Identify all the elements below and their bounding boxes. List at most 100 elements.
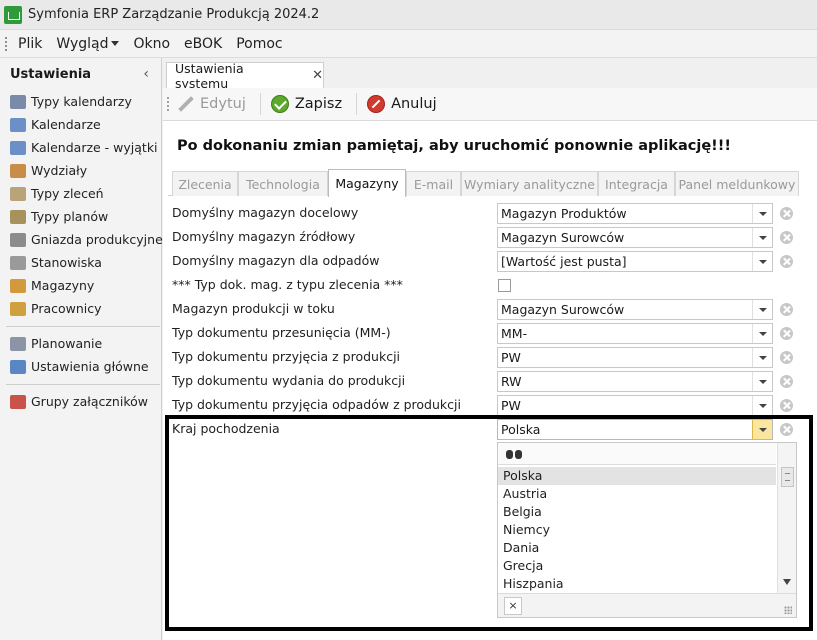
list-item[interactable]: Austria — [498, 485, 776, 503]
tab-zlecenia[interactable]: Zlecenia — [172, 171, 238, 196]
menu-bar: Plik Wygląd Okno eBOK Pomoc — [0, 30, 817, 58]
field-label: Typ dokumentu przyjęcia odpadów z produk… — [172, 397, 461, 412]
list-item[interactable]: Niemcy — [498, 521, 776, 539]
attachment-groups-icon — [10, 394, 26, 409]
clear-icon[interactable] — [780, 303, 793, 316]
order-types-icon — [10, 186, 26, 201]
clear-icon[interactable] — [780, 255, 793, 268]
production-receipt-doc-type-select[interactable]: PW — [497, 347, 773, 368]
clear-icon[interactable] — [780, 423, 793, 436]
menu-plik[interactable]: Plik — [18, 36, 42, 52]
dropdown-arrow-icon[interactable] — [752, 372, 772, 391]
dropdown-close-button[interactable]: × — [504, 597, 522, 615]
tab-email[interactable]: E-mail — [406, 171, 461, 196]
clear-icon[interactable] — [780, 351, 793, 364]
employees-icon — [10, 301, 26, 316]
menu-pomoc[interactable]: Pomoc — [236, 36, 282, 52]
warehouses-icon — [10, 278, 26, 293]
dropdown-arrow-icon[interactable] — [752, 420, 772, 439]
tab-integracja[interactable]: Integracja — [598, 171, 675, 196]
sidebar-item-typy-kalendarzy[interactable]: Typy kalendarzy — [0, 90, 161, 113]
app-logo-icon — [4, 5, 22, 24]
default-source-warehouse-select[interactable]: Magazyn Surowców — [497, 227, 773, 248]
save-button[interactable]: Zapisz — [270, 95, 342, 113]
select-value: Magazyn Produktów — [501, 206, 627, 221]
field-row: *** Typ dok. mag. z typu zlecenia *** — [163, 274, 803, 298]
calendar-exceptions-icon — [10, 140, 26, 155]
tab-magazyny[interactable]: Magazyny — [328, 169, 406, 197]
wip-warehouse-select[interactable]: Magazyn Surowców — [497, 299, 773, 320]
checkmark-icon — [270, 95, 289, 113]
edit-button[interactable]: Edytuj — [178, 96, 246, 112]
dropdown-arrow-icon[interactable] — [752, 228, 772, 247]
select-value: Magazyn Surowców — [501, 230, 625, 245]
doc-type-from-order-checkbox[interactable] — [498, 279, 511, 292]
cancel-button[interactable]: Anuluj — [367, 95, 437, 113]
clear-icon[interactable] — [780, 231, 793, 244]
dropdown-arrow-icon[interactable] — [752, 324, 772, 343]
toolbar-grip-icon[interactable] — [166, 96, 170, 112]
close-icon[interactable]: ✕ — [312, 68, 323, 83]
sidebar-item-ustawienia-glowne[interactable]: Ustawienia główne — [0, 355, 161, 378]
sidebar-item-planowanie[interactable]: Planowanie — [0, 332, 161, 355]
field-label: Magazyn produkcji w toku — [172, 301, 335, 316]
dropdown-arrow-icon[interactable] — [752, 252, 772, 271]
clear-icon[interactable] — [780, 327, 793, 340]
list-item[interactable]: Dania — [498, 539, 776, 557]
toolbar-separator — [356, 93, 358, 115]
sidebar-item-typy-zlecen[interactable]: Typy zleceń — [0, 182, 161, 205]
menu-ebok[interactable]: eBOK — [184, 36, 222, 52]
tab-technologia[interactable]: Technologia — [238, 171, 328, 196]
country-of-origin-select[interactable]: Polska — [497, 419, 773, 440]
country-dropdown-popup: Polska Austria Belgia Niemcy Dania Grecj… — [497, 442, 797, 618]
transfer-doc-type-select[interactable]: MM- — [497, 323, 773, 344]
sidebar-item-magazyny[interactable]: Magazyny — [0, 274, 161, 297]
list-item[interactable]: Belgia — [498, 503, 776, 521]
clear-icon[interactable] — [780, 375, 793, 388]
tab-wymiary-analityczne[interactable]: Wymiary analityczne — [461, 171, 598, 196]
toolbar: Edytuj Zapisz Anuluj — [163, 88, 817, 121]
field-label: Typ dokumentu wydania do produkcji — [172, 373, 406, 388]
default-target-warehouse-select[interactable]: Magazyn Produktów — [497, 203, 773, 224]
sidebar-item-typy-planow[interactable]: Typy planów — [0, 205, 161, 228]
list-item[interactable]: Grecja — [498, 557, 776, 575]
menu-wyglad[interactable]: Wygląd — [56, 36, 120, 52]
sidebar-item-grupy-zalacznikow[interactable]: Grupy załączników — [0, 390, 161, 413]
settings-subtabs: Zlecenia Technologia Magazyny E-mail Wym… — [168, 169, 799, 197]
menu-okno[interactable]: Okno — [133, 36, 170, 52]
dropdown-search[interactable] — [498, 443, 776, 465]
sidebar-item-pracownicy[interactable]: Pracownicy — [0, 297, 161, 320]
clear-icon[interactable] — [780, 399, 793, 412]
tab-panel-meldunkowy[interactable]: Panel meldunkowy — [675, 171, 799, 196]
dropdown-arrow-icon[interactable] — [752, 300, 772, 319]
list-item[interactable]: Polska — [498, 467, 776, 485]
sidebar-item-label: Gniazda produkcyjne — [31, 232, 163, 247]
list-item[interactable]: Hiszpania — [498, 575, 776, 593]
sidebar-item-wydzialy[interactable]: Wydziały — [0, 159, 161, 182]
sidebar-item-stanowiska[interactable]: Stanowiska — [0, 251, 161, 274]
sidebar-item-kalendarze[interactable]: Kalendarze — [0, 113, 161, 136]
clear-icon[interactable] — [780, 207, 793, 220]
dropdown-scrollbar[interactable] — [777, 443, 796, 593]
document-tab-strip: Ustawienia systemu ✕ — [163, 58, 817, 91]
tab-ustawienia-systemu[interactable]: Ustawienia systemu ✕ — [166, 61, 324, 91]
binoculars-icon[interactable] — [506, 447, 522, 460]
sidebar-item-gniazda-produkcyjne[interactable]: Gniazda produkcyjne — [0, 228, 163, 251]
dropdown-arrow-icon[interactable] — [752, 204, 772, 223]
sidebar-item-label: Wydziały — [31, 163, 88, 178]
dropdown-footer: × — [498, 593, 796, 617]
field-label: *** Typ dok. mag. z typu zlecenia *** — [172, 277, 403, 292]
select-value: Magazyn Surowców — [501, 302, 625, 317]
scrollbar-thumb[interactable] — [781, 467, 794, 487]
default-waste-warehouse-select[interactable]: [Wartość jest pusta] — [497, 251, 773, 272]
scroll-down-icon[interactable] — [783, 579, 791, 585]
resize-grip-icon[interactable] — [784, 606, 792, 614]
collapse-left-icon[interactable]: ‹ — [143, 66, 149, 82]
dropdown-arrow-icon[interactable] — [752, 348, 772, 367]
menu-grip-icon[interactable] — [4, 35, 8, 52]
sidebar-item-kalendarze-wyjatki[interactable]: Kalendarze - wyjątki — [0, 136, 161, 159]
production-issue-doc-type-select[interactable]: RW — [497, 371, 773, 392]
waste-receipt-doc-type-select[interactable]: PW — [497, 395, 773, 416]
dropdown-arrow-icon[interactable] — [752, 396, 772, 415]
edit-label: Edytuj — [200, 96, 246, 112]
